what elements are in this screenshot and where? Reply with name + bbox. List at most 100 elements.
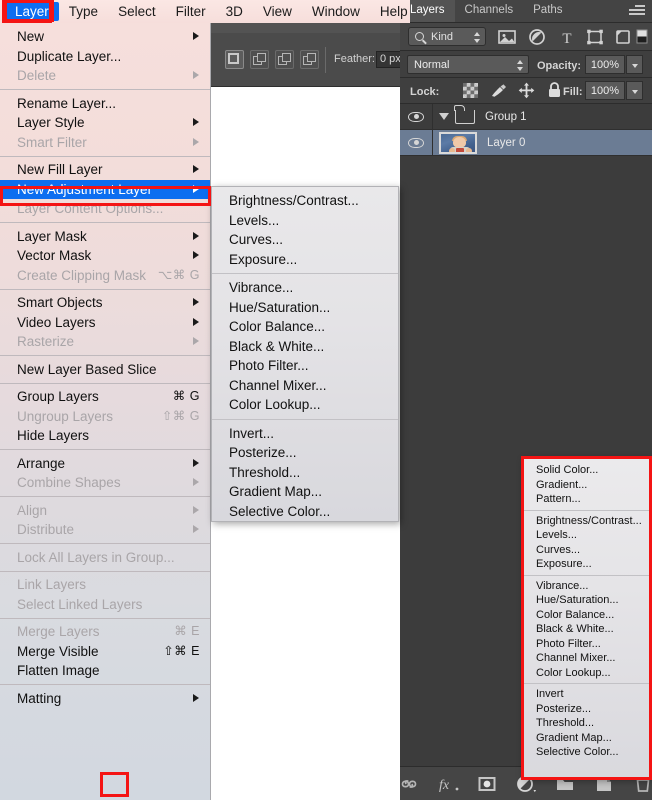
popup-item-pattern[interactable]: Pattern... [524, 492, 651, 507]
popup-item-photo-filter[interactable]: Photo Filter... [524, 637, 651, 652]
popup-item-selective-color[interactable]: Selective Color... [524, 745, 651, 760]
menu-separator [0, 617, 210, 619]
menu-item-matting[interactable]: Matting [0, 689, 210, 709]
fill-value[interactable]: 100% [585, 81, 625, 100]
menu-item-smart-objects[interactable]: Smart Objects [0, 293, 210, 313]
submenu-separator [212, 418, 398, 420]
fill-dropdown-arrow[interactable] [626, 81, 643, 100]
menu-type[interactable]: Type [59, 2, 108, 21]
menu-view[interactable]: View [253, 2, 302, 21]
menu-separator [0, 288, 210, 290]
menu-item-layer-mask[interactable]: Layer Mask [0, 227, 210, 247]
popup-item-gradient[interactable]: Gradient... [524, 478, 651, 493]
popup-item-vibrance[interactable]: Vibrance... [524, 579, 651, 594]
menu-item-rename-layer[interactable]: Rename Layer... [0, 94, 210, 114]
lock-image-pixels-icon[interactable] [489, 82, 509, 104]
menu-item-new[interactable]: New [0, 27, 210, 47]
opacity-value[interactable]: 100% [585, 55, 625, 74]
lock-all-icon[interactable] [546, 81, 563, 105]
new-selection-button[interactable] [225, 50, 244, 69]
menu-item-label: Hide Layers [17, 428, 90, 443]
popup-item-channel-mixer[interactable]: Channel Mixer... [524, 651, 651, 666]
submenu-item-posterize[interactable]: Posterize... [212, 443, 398, 463]
submenu-item-invert[interactable]: Invert... [212, 424, 398, 444]
popup-item-hue-saturation[interactable]: Hue/Saturation... [524, 593, 651, 608]
submenu-item-color-lookup[interactable]: Color Lookup... [212, 395, 398, 415]
intersect-selection-button[interactable] [300, 50, 319, 69]
submenu-item-threshold[interactable]: Threshold... [212, 463, 398, 483]
link-layers-icon[interactable] [398, 773, 420, 795]
popup-item-levels[interactable]: Levels... [524, 528, 651, 543]
layer-style-fx-icon[interactable]: fx [437, 773, 459, 795]
submenu-item-curves[interactable]: Curves... [212, 230, 398, 250]
menu-item-group-layers[interactable]: Group Layers ⌘ G [0, 387, 210, 407]
disclosure-triangle-icon[interactable] [439, 113, 449, 120]
menu-item-new-adjustment-layer[interactable]: New Adjustment Layer [0, 179, 210, 199]
menu-3d[interactable]: 3D [216, 2, 253, 21]
layer-visibility-toggle[interactable] [400, 130, 433, 155]
menu-window[interactable]: Window [302, 2, 370, 21]
popup-item-gradient-map[interactable]: Gradient Map... [524, 731, 651, 746]
tab-channels[interactable]: Channels [455, 0, 524, 22]
submenu-item-photo-filter[interactable]: Photo Filter... [212, 356, 398, 376]
popup-item-color-lookup[interactable]: Color Lookup... [524, 666, 651, 681]
submenu-item-selective-color[interactable]: Selective Color... [212, 502, 398, 522]
menu-item-hide-layers[interactable]: Hide Layers [0, 426, 210, 446]
shape-layer-filter-icon[interactable] [585, 28, 605, 46]
add-to-selection-button[interactable] [250, 50, 269, 69]
submenu-item-black-and-white[interactable]: Black & White... [212, 337, 398, 357]
menu-item-merge-visible[interactable]: Merge Visible ⇧⌘ E [0, 642, 210, 662]
menu-select[interactable]: Select [108, 2, 166, 21]
submenu-item-channel-mixer[interactable]: Channel Mixer... [212, 376, 398, 396]
menu-item-video-layers[interactable]: Video Layers [0, 313, 210, 333]
popup-item-threshold[interactable]: Threshold... [524, 716, 651, 731]
submenu-item-vibrance[interactable]: Vibrance... [212, 278, 398, 298]
menu-item-label: Align [17, 502, 48, 518]
submenu-item-color-balance[interactable]: Color Balance... [212, 317, 398, 337]
pixel-layer-filter-icon[interactable] [497, 28, 517, 46]
filter-kind-select[interactable]: Kind [408, 27, 486, 46]
menu-item-layer-style[interactable]: Layer Style [0, 113, 210, 133]
popup-item-posterize[interactable]: Posterize... [524, 702, 651, 717]
type-layer-filter-icon[interactable]: T [557, 28, 577, 47]
menu-item-flatten-image[interactable]: Flatten Image [0, 661, 210, 681]
popup-item-black-and-white[interactable]: Black & White... [524, 622, 651, 637]
popup-item-brightness-contrast[interactable]: Brightness/Contrast... [524, 514, 651, 529]
menu-item-vector-mask[interactable]: Vector Mask [0, 246, 210, 266]
filter-toggle-icon[interactable] [636, 28, 648, 46]
popup-item-invert[interactable]: Invert [524, 687, 651, 702]
menu-item-duplicate-layer[interactable]: Duplicate Layer... [0, 47, 210, 67]
popup-item-solid-color[interactable]: Solid Color... [524, 463, 651, 478]
submenu-item-gradient-map[interactable]: Gradient Map... [212, 482, 398, 502]
menu-item-label: Layer Mask [17, 228, 87, 244]
menu-item-new-layer-based-slice[interactable]: New Layer Based Slice [0, 360, 210, 380]
submenu-item-hue-saturation[interactable]: Hue/Saturation... [212, 298, 398, 318]
layer-visibility-toggle[interactable] [400, 104, 433, 129]
submenu-item-brightness-contrast[interactable]: Brightness/Contrast... [212, 191, 398, 211]
menu-help[interactable]: Help [370, 2, 418, 21]
table-row[interactable]: Layer 0 [400, 130, 652, 156]
opacity-dropdown-arrow[interactable] [626, 55, 643, 74]
menu-item-arrange[interactable]: Arrange [0, 454, 210, 474]
tab-paths[interactable]: Paths [523, 0, 572, 22]
popup-item-color-balance[interactable]: Color Balance... [524, 608, 651, 623]
lock-transparent-pixels-icon[interactable] [463, 83, 478, 98]
menu-item-shortcut: ⇧⌘ E [163, 643, 200, 658]
table-row[interactable]: Group 1 [400, 104, 652, 130]
add-layer-mask-icon[interactable] [476, 773, 498, 795]
popup-item-exposure[interactable]: Exposure... [524, 557, 651, 572]
adjustment-layer-filter-icon[interactable] [527, 28, 547, 46]
smart-object-filter-icon[interactable] [613, 28, 633, 46]
submenu-item-levels[interactable]: Levels... [212, 211, 398, 231]
menu-item-label: Layer Style [17, 115, 85, 130]
menu-layer[interactable]: Layer [5, 2, 59, 21]
menu-item-new-fill-layer[interactable]: New Fill Layer [0, 160, 210, 180]
layer-thumbnail[interactable] [439, 131, 477, 154]
panel-menu-icon[interactable] [629, 5, 645, 17]
lock-position-icon[interactable] [517, 82, 536, 104]
menu-filter[interactable]: Filter [166, 2, 216, 21]
submenu-item-exposure[interactable]: Exposure... [212, 250, 398, 270]
blend-mode-select[interactable]: Normal [407, 55, 529, 74]
subtract-from-selection-button[interactable] [275, 50, 294, 69]
popup-item-curves[interactable]: Curves... [524, 543, 651, 558]
